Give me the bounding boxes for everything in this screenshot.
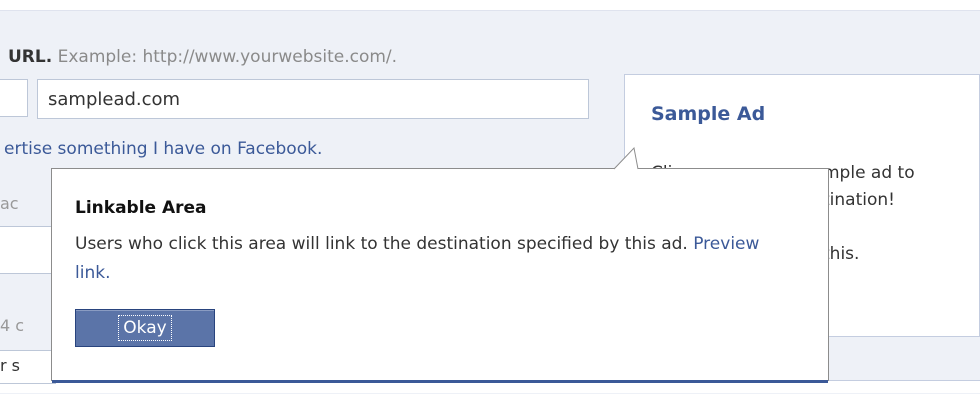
okay-button-label: Okay xyxy=(118,315,172,341)
sample-ad-title[interactable]: Sample Ad xyxy=(651,103,765,125)
okay-button[interactable]: Okay xyxy=(75,309,215,347)
popup-bottom-border xyxy=(52,380,828,383)
sample-ad-line2-right: tination! xyxy=(823,190,895,210)
sample-ad-line1-right: mple ad to xyxy=(823,163,915,183)
title-label-stub: ac xyxy=(0,194,19,213)
popup-pointer-icon xyxy=(614,146,639,170)
title-input-stub[interactable] xyxy=(0,226,56,274)
popup-body: Users who click this area will link to t… xyxy=(75,230,795,288)
destination-url-input[interactable] xyxy=(37,79,589,119)
url-label-row: URL. Example: http://www.yourwebsite.com… xyxy=(8,47,397,67)
popup-body-text: Users who click this area will link to t… xyxy=(75,234,688,254)
url-label: URL. xyxy=(8,47,53,67)
popup-title: Linkable Area xyxy=(75,198,207,218)
url-hint: Example: http://www.yourwebsite.com/. xyxy=(57,47,398,67)
linkable-area-popup: Linkable Area Users who click this area … xyxy=(51,168,829,381)
body-text-stub: r s xyxy=(0,356,20,375)
advertise-facebook-link[interactable]: ertise something I have on Facebook. xyxy=(4,139,322,159)
char-count-stub: 4 c xyxy=(0,316,25,335)
protocol-select[interactable] xyxy=(0,79,28,117)
